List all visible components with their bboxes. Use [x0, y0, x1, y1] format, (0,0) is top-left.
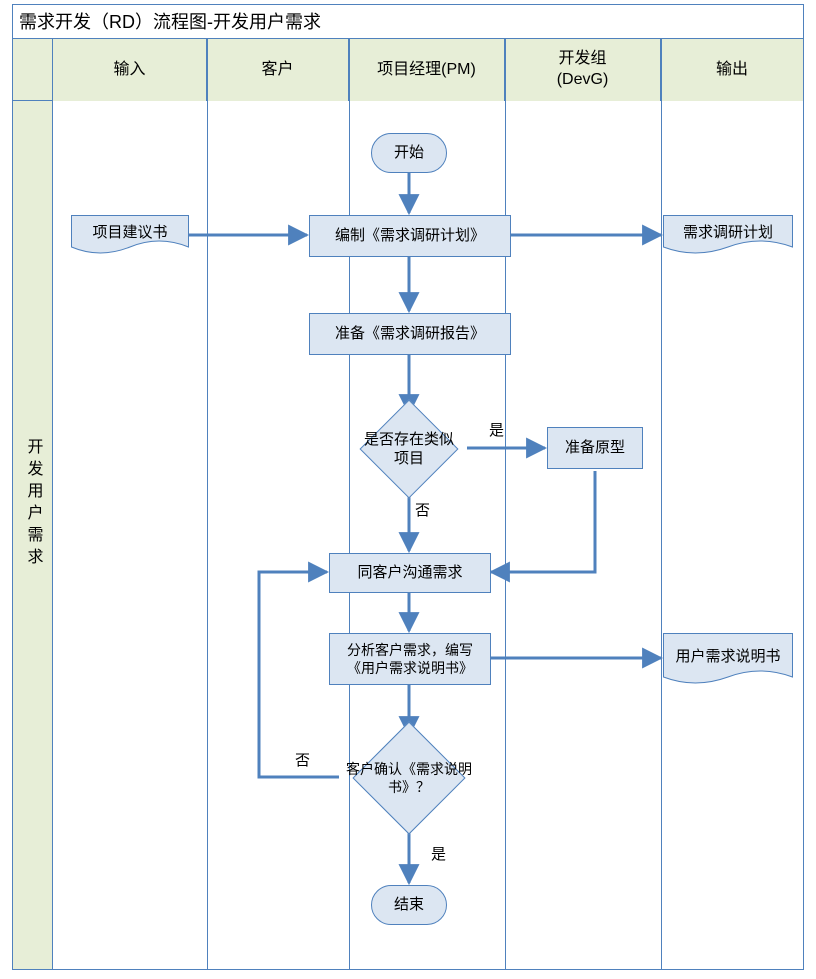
node-output-plan: 需求调研计划 [663, 215, 793, 259]
node-decision-confirm-label: 客户确认《需求说明书》？ [339, 737, 479, 819]
node-doc-input: 项目建议书 [71, 215, 189, 259]
node-report: 准备《需求调研报告》 [309, 313, 511, 355]
lane-divider [505, 39, 506, 969]
node-decision-confirm: 客户确认《需求说明书》？ [339, 737, 479, 819]
vertical-lane-label-col: 开发用户需求 [13, 39, 53, 969]
lane-header-pm: 项目经理(PM) [349, 39, 505, 101]
edge-label-yes-confirm: 是 [431, 843, 446, 864]
node-start: 开始 [371, 133, 447, 173]
lane-header-customer: 客户 [207, 39, 349, 101]
node-output-spec-label: 用户需求说明书 [663, 633, 793, 681]
node-prototype: 准备原型 [547, 427, 643, 469]
node-decision-similar-label: 是否存在类似项目 [351, 413, 467, 485]
node-output-spec: 用户需求说明书 [663, 633, 793, 689]
node-output-plan-label: 需求调研计划 [663, 215, 793, 251]
vertical-lane-label: 开发用户需求 [21, 438, 45, 570]
edge-label-no-similar: 否 [415, 499, 430, 520]
lane-header-row: 输入 客户 项目经理(PM) 开发组 (DevG) 输出 [13, 39, 803, 101]
edge-label-yes-similar: 是 [489, 419, 504, 440]
node-end: 结束 [371, 885, 447, 925]
lane-header-devg-line1: 开发组 [557, 49, 609, 70]
node-plan: 编制《需求调研计划》 [309, 215, 511, 257]
node-decision-similar: 是否存在类似项目 [351, 413, 467, 485]
lane-divider [207, 39, 208, 969]
flowchart-diagram: 需求开发（RD）流程图-开发用户需求 开发用户需求 输入 客户 项目经理(PM)… [0, 0, 816, 979]
lane-header-output: 输出 [661, 39, 803, 101]
lane-divider [349, 39, 350, 969]
diagram-border: 需求开发（RD）流程图-开发用户需求 开发用户需求 输入 客户 项目经理(PM)… [12, 4, 804, 970]
lane-header-input: 输入 [53, 39, 207, 101]
lane-divider [661, 39, 662, 969]
lane-header-devg-line2: (DevG) [557, 70, 609, 91]
lane-header-devg: 开发组 (DevG) [505, 39, 661, 101]
node-doc-input-label: 项目建议书 [71, 215, 189, 251]
diagram-title: 需求开发（RD）流程图-开发用户需求 [13, 5, 803, 39]
node-analyze: 分析客户需求，编写《用户需求说明书》 [329, 633, 491, 685]
node-communicate: 同客户沟通需求 [329, 553, 491, 593]
edge-label-no-confirm: 否 [295, 749, 310, 770]
